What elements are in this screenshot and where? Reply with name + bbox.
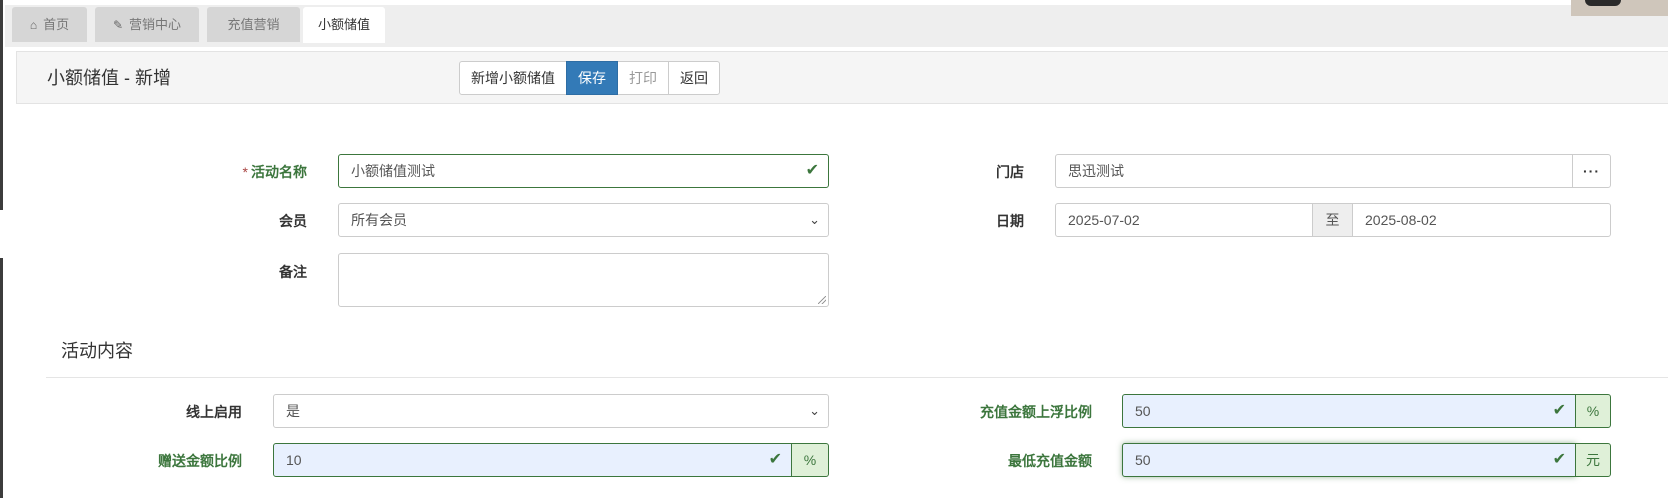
percent-unit: % [1575, 394, 1611, 428]
select-value: 所有会员 [351, 212, 407, 228]
back-button[interactable]: 返回 [668, 61, 720, 95]
input-value: 50 [1135, 452, 1151, 468]
chevron-down-icon: ⌄ [809, 212, 820, 227]
tab-label: 小额储值 [317, 17, 370, 32]
left-edge-bar [0, 258, 3, 498]
home-icon: ⌂ [29, 18, 38, 32]
tab-marketing-center[interactable]: ✎ 营销中心 [95, 7, 199, 42]
tab-label: 充值营销 [227, 17, 280, 32]
currency-unit: 元 [1575, 443, 1611, 477]
section-title: 活动内容 [61, 341, 133, 361]
window-corner-widget [1571, 0, 1668, 16]
input-value: 小额储值测试 [351, 163, 435, 179]
min-recharge-label: 最低充值金额 [1008, 453, 1092, 469]
recharge-float-ratio-label: 充值金额上浮比例 [980, 404, 1092, 420]
label-text: 活动名称 [251, 164, 307, 180]
date-end-input[interactable]: 2025-08-02 [1352, 203, 1611, 237]
check-icon: ✔ [1552, 402, 1566, 419]
bonus-ratio-input[interactable]: 10 ✔ [273, 443, 792, 477]
left-edge-bar [0, 0, 3, 210]
required-mark: * [242, 164, 248, 180]
store-picker-button[interactable]: ··· [1572, 154, 1611, 188]
print-button[interactable]: 打印 [617, 61, 669, 95]
tab-label: 营销中心 [129, 17, 182, 32]
section-divider [46, 377, 1668, 378]
check-icon: ✔ [1552, 451, 1566, 468]
date-label: 日期 [996, 213, 1024, 229]
new-button[interactable]: 新增小额储值 [459, 61, 567, 95]
check-icon: ✔ [805, 162, 819, 179]
date-separator: 至 [1312, 203, 1353, 237]
member-label: 会员 [279, 213, 307, 229]
save-button[interactable]: 保存 [566, 61, 618, 95]
input-value: 思迅测试 [1068, 163, 1124, 179]
input-value: 50 [1135, 403, 1151, 419]
percent-unit: % [791, 443, 829, 477]
online-enabled-label: 线上启用 [186, 404, 242, 420]
input-value: 2025-07-02 [1068, 212, 1140, 228]
check-icon: ✔ [768, 451, 782, 468]
input-value: 10 [286, 452, 302, 468]
recharge-float-ratio-input[interactable]: 50 ✔ [1122, 394, 1576, 428]
input-value: 2025-08-02 [1365, 212, 1437, 228]
header-panel [16, 51, 1668, 104]
online-enabled-select[interactable]: 是 ⌄ [273, 394, 829, 428]
min-recharge-input[interactable]: 50 ✔ [1122, 443, 1576, 477]
tab-small-stored-value[interactable]: 小额储值 [303, 7, 385, 43]
member-select[interactable]: 所有会员 ⌄ [338, 203, 829, 237]
store-input[interactable]: 思迅测试 [1055, 154, 1573, 188]
activity-name-input[interactable]: 小额储值测试 ✔ [338, 154, 829, 188]
store-label: 门店 [996, 164, 1024, 180]
chevron-down-icon: ⌄ [809, 403, 820, 418]
tab-label: 首页 [43, 17, 70, 32]
toolbar-button-group: 新增小额储值 保存 打印 返回 [459, 61, 720, 95]
date-start-input[interactable]: 2025-07-02 [1055, 203, 1313, 237]
resize-handle-icon[interactable] [818, 296, 826, 304]
select-value: 是 [286, 403, 300, 419]
tab-home[interactable]: ⌂ 首页 [12, 7, 87, 42]
remark-textarea[interactable] [338, 253, 829, 307]
remark-label: 备注 [279, 264, 307, 280]
activity-name-label: * 活动名称 [200, 162, 307, 182]
tab-recharge-marketing[interactable]: 充值营销 [207, 7, 300, 42]
edit-icon: ✎ [112, 18, 124, 32]
bonus-ratio-label: 赠送金额比例 [158, 453, 242, 469]
page-title: 小额储值 - 新增 [47, 68, 171, 88]
